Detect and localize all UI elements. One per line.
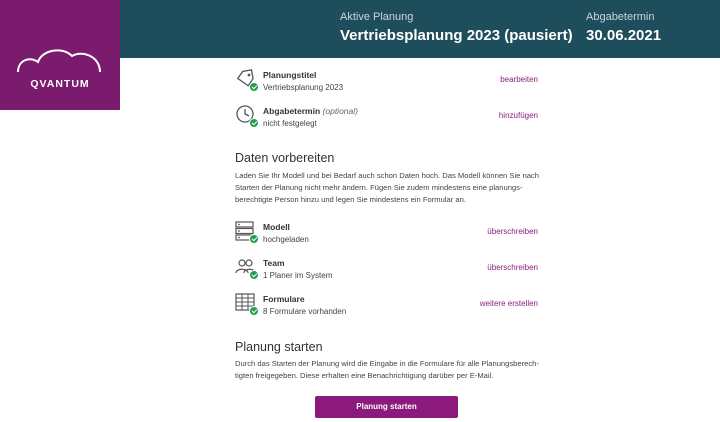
team-icon bbox=[235, 256, 259, 280]
team-row: Team 1 Planer im System überschreiben bbox=[235, 256, 538, 286]
model-row: Modell hochgeladen überschreiben bbox=[235, 220, 538, 250]
prepare-heading: Daten vorbereiten bbox=[235, 151, 335, 165]
tag-icon bbox=[235, 68, 259, 92]
server-icon bbox=[235, 220, 259, 244]
overwrite-model-link[interactable]: überschreiben bbox=[487, 227, 538, 236]
check-icon bbox=[249, 234, 259, 244]
active-plan: Aktive Planung Vertriebsplanung 2023 (pa… bbox=[340, 11, 573, 44]
deadline-row: Abgabetermin (optional) nicht festgelegt… bbox=[235, 104, 538, 134]
forms-value: 8 Formulare vorhanden bbox=[263, 307, 347, 316]
team-value: 1 Planer im System bbox=[263, 271, 333, 280]
active-plan-value: Vertriebsplanung 2023 (pausiert) bbox=[340, 27, 573, 44]
logo-text: QVANTUM bbox=[30, 78, 90, 90]
create-forms-link[interactable]: weitere erstellen bbox=[480, 299, 538, 308]
add-deadline-link[interactable]: hinzufügen bbox=[499, 111, 538, 120]
edit-title-link[interactable]: bearbeiten bbox=[500, 75, 538, 84]
deadline-summary-value: 30.06.2021 bbox=[586, 27, 662, 44]
start-description: Durch das Starten der Planung wird die E… bbox=[235, 359, 539, 380]
overwrite-team-link[interactable]: überschreiben bbox=[487, 263, 538, 272]
start-planning-button[interactable]: Planung starten bbox=[315, 396, 458, 418]
deadline-value: nicht festgelegt bbox=[263, 119, 317, 128]
team-label: Team bbox=[263, 258, 285, 268]
model-label: Modell bbox=[263, 222, 290, 232]
active-plan-label: Aktive Planung bbox=[340, 11, 414, 23]
cloud-logo-icon bbox=[17, 49, 101, 73]
check-icon bbox=[249, 270, 259, 280]
plan-title-value: Vertriebsplanung 2023 bbox=[263, 83, 344, 92]
optional-hint: (optional) bbox=[322, 106, 358, 116]
deadline-summary-label: Abgabetermin bbox=[586, 11, 655, 23]
model-value: hochgeladen bbox=[263, 235, 309, 244]
clock-icon bbox=[235, 104, 259, 128]
deadline-summary: Abgabetermin 30.06.2021 bbox=[586, 11, 661, 44]
deadline-label: Abgabetermin (optional) bbox=[263, 106, 358, 116]
forms-label: Formulare bbox=[263, 294, 305, 304]
qvantum-logo[interactable]: QVANTUM bbox=[0, 0, 120, 110]
check-icon bbox=[249, 118, 259, 128]
check-icon bbox=[249, 82, 259, 92]
start-heading: Planung starten bbox=[235, 340, 323, 354]
forms-row: Formulare 8 Formulare vorhanden weitere … bbox=[235, 292, 538, 322]
prepare-description: Laden Sie Ihr Modell und bei Bedarf auch… bbox=[235, 171, 539, 204]
spreadsheet-icon bbox=[235, 292, 259, 316]
plan-title-row: Planungstitel Vertriebsplanung 2023 bear… bbox=[235, 68, 538, 98]
check-icon bbox=[249, 306, 259, 316]
plan-title-label: Planungstitel bbox=[263, 70, 317, 80]
